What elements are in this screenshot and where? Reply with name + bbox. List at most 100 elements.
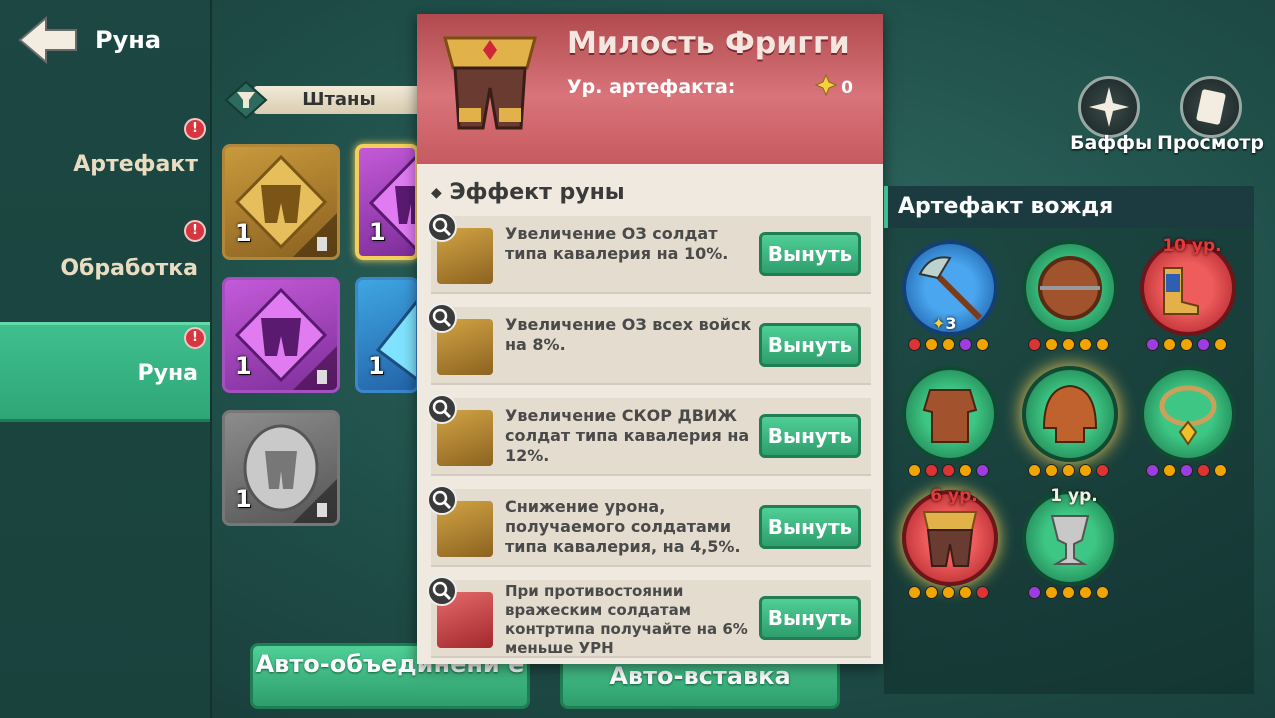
back-arrow-icon[interactable] bbox=[18, 14, 78, 66]
rune-effect-row: Увеличение ОЗ всех войск на 8%. Вынуть bbox=[427, 303, 871, 385]
star-rating: ✦3 bbox=[932, 314, 957, 333]
star-icon: ✦ bbox=[932, 314, 946, 333]
gem-dots bbox=[1028, 464, 1118, 478]
artifact-slot-axe[interactable]: ✦3 bbox=[902, 240, 998, 336]
gem-dot bbox=[1028, 338, 1041, 351]
filter-icon bbox=[224, 80, 268, 120]
filter-selector[interactable]: Штаны bbox=[224, 80, 424, 120]
gem-dot bbox=[976, 586, 989, 599]
magnifier-icon[interactable] bbox=[427, 212, 457, 242]
gem-dot bbox=[1197, 464, 1210, 477]
artifact-slot-boots[interactable]: 10 ур. bbox=[1140, 236, 1236, 336]
nav-item-rune[interactable]: ! Руна bbox=[0, 322, 210, 422]
rune-effect-row: Увеличение ОЗ солдат типа кавалерия на 1… bbox=[427, 212, 871, 294]
artifact-slot-armor[interactable] bbox=[902, 366, 998, 462]
gem-dot bbox=[959, 338, 972, 351]
pants-icon bbox=[922, 511, 978, 567]
gem-dot bbox=[1096, 464, 1109, 477]
gem-dot bbox=[1079, 464, 1092, 477]
rune-count: 1 bbox=[235, 219, 252, 247]
artifact-slot-necklace[interactable] bbox=[1140, 366, 1236, 462]
gem-dot bbox=[959, 464, 972, 477]
rune-count: 1 bbox=[235, 485, 252, 513]
rune-tile[interactable]: 1 bbox=[355, 277, 419, 393]
alert-badge: ! bbox=[184, 118, 206, 140]
magnifier-icon[interactable] bbox=[427, 394, 457, 424]
gem-dot bbox=[1045, 464, 1058, 477]
pants-small-icon bbox=[293, 213, 337, 257]
gem-dot bbox=[942, 464, 955, 477]
gem-dots bbox=[908, 338, 998, 352]
chalice-icon bbox=[1050, 515, 1090, 565]
buffs-label: Баффы bbox=[1070, 132, 1153, 154]
gem-dot bbox=[1146, 464, 1159, 477]
magnifier-icon[interactable] bbox=[427, 485, 457, 515]
rune-tile[interactable]: 1 bbox=[222, 410, 340, 526]
chief-artifact-panel: Артефакт вождя ✦3 10 ур. 6 ур. 1 ур. bbox=[884, 186, 1254, 694]
artifact-slot-pants[interactable]: 6 ур. bbox=[902, 486, 998, 586]
rune-detail-popup: Милость Фригги Ур. артефакта: 0 ◆ Эффект… bbox=[417, 14, 883, 664]
star-icon bbox=[815, 74, 837, 96]
gem-dot bbox=[908, 586, 921, 599]
effect-text: При противостоянии вражеским солдатам ко… bbox=[505, 582, 748, 657]
nav-item-label: Руна bbox=[137, 361, 198, 386]
rune-tile[interactable]: 1 bbox=[222, 144, 340, 260]
gem-dot bbox=[1062, 464, 1075, 477]
rune-effect-row: Увеличение СКОР ДВИЖ солдат типа кавалер… bbox=[427, 394, 871, 476]
gem-dot bbox=[1180, 338, 1193, 351]
pants-small-icon bbox=[293, 479, 337, 523]
boots-icon bbox=[1163, 267, 1199, 315]
artifact-slot-chalice[interactable]: 1 ур. bbox=[1022, 486, 1118, 586]
remove-button[interactable]: Вынуть bbox=[759, 232, 861, 276]
effect-text: Увеличение СКОР ДВИЖ солдат типа кавалер… bbox=[505, 406, 750, 465]
rune-count: 1 bbox=[235, 352, 252, 380]
gem-dot bbox=[1079, 586, 1092, 599]
gem-dot bbox=[1028, 464, 1041, 477]
gem-dot bbox=[1062, 586, 1075, 599]
gem-dot bbox=[1045, 338, 1058, 351]
rune-tile[interactable]: 1 bbox=[355, 144, 419, 260]
gem-dot bbox=[1214, 464, 1227, 477]
gem-dot bbox=[925, 586, 938, 599]
gem-dot bbox=[925, 464, 938, 477]
shield-icon bbox=[1038, 256, 1102, 320]
remove-button[interactable]: Вынуть bbox=[759, 414, 861, 458]
nav-item-label: Обработка bbox=[60, 256, 198, 281]
artifact-pants-icon bbox=[443, 36, 537, 130]
gem-dot bbox=[1214, 338, 1227, 351]
pants-small-icon bbox=[293, 346, 337, 390]
nav-item-artifact[interactable]: ! Артефакт bbox=[0, 118, 210, 218]
gem-dot bbox=[908, 338, 921, 351]
gem-dot bbox=[976, 464, 989, 477]
gem-dot bbox=[1163, 338, 1176, 351]
artifact-slot-helmet[interactable] bbox=[1022, 366, 1118, 462]
artifact-slot-shield[interactable] bbox=[1022, 240, 1118, 336]
view-button[interactable] bbox=[1180, 76, 1242, 138]
section-title: ◆ Эффект руны bbox=[431, 180, 625, 205]
rune-tile[interactable]: 1 bbox=[222, 277, 340, 393]
magnifier-icon[interactable] bbox=[427, 303, 457, 333]
gem-dots bbox=[1028, 338, 1118, 352]
remove-button[interactable]: Вынуть bbox=[759, 505, 861, 549]
nav-item-processing[interactable]: ! Обработка bbox=[0, 220, 210, 320]
helmet-icon bbox=[1042, 384, 1098, 443]
artifact-level-value: 0 bbox=[841, 78, 853, 98]
rune-effect-row: При противостоянии вражеским солдатам ко… bbox=[427, 576, 871, 658]
gem-dots bbox=[908, 464, 998, 478]
alert-badge: ! bbox=[184, 327, 206, 349]
slot-level: 10 ур. bbox=[1162, 236, 1222, 256]
necklace-icon bbox=[1159, 385, 1217, 446]
gem-dot bbox=[1163, 464, 1176, 477]
gem-dots bbox=[1146, 464, 1236, 478]
pants-rune-icon bbox=[375, 300, 416, 381]
gem-dots bbox=[908, 586, 998, 600]
left-nav: Руна ! Артефакт ! Обработка ! Руна bbox=[0, 0, 212, 718]
effect-text: Снижение урона, получаемого солдатами ти… bbox=[505, 497, 741, 556]
panel-title: Артефакт вождя bbox=[884, 186, 1254, 228]
gem-dot bbox=[1028, 586, 1041, 599]
remove-button[interactable]: Вынуть bbox=[759, 596, 861, 640]
gem-dot bbox=[1180, 464, 1193, 477]
buffs-button[interactable] bbox=[1078, 76, 1140, 138]
remove-button[interactable]: Вынуть bbox=[759, 323, 861, 367]
magnifier-icon[interactable] bbox=[427, 576, 457, 606]
